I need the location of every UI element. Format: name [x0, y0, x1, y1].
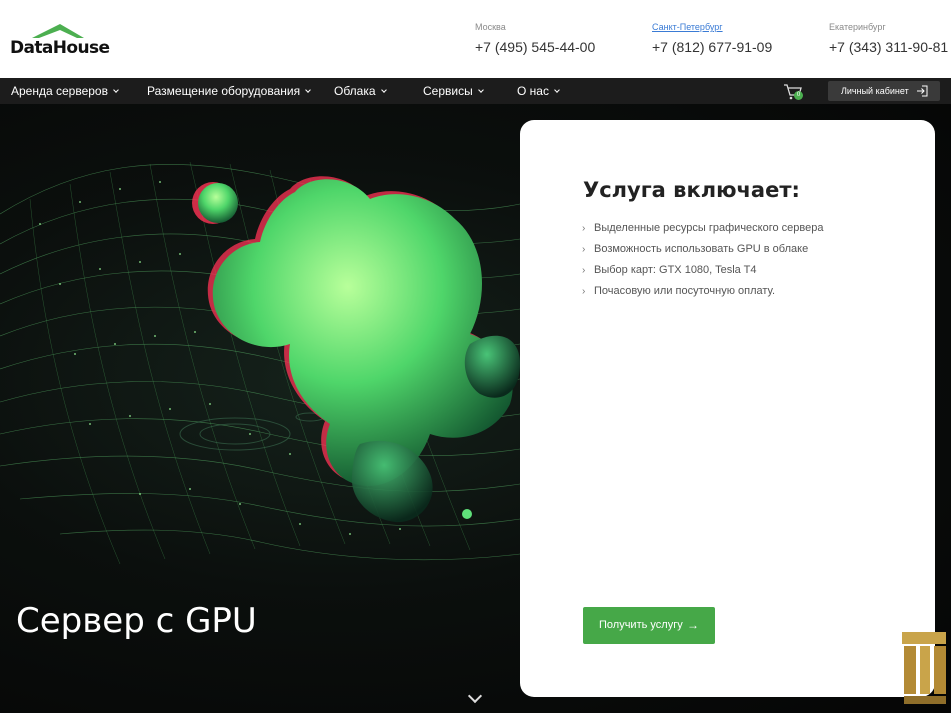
arrow-right-icon: → [687, 618, 699, 632]
list-item: › Выделенные ресурсы графического сервера [582, 221, 823, 242]
card-title: Услуга включает: [583, 178, 800, 202]
chevron-down-icon [380, 87, 387, 93]
chevron-right-icon: › [582, 265, 586, 276]
nav-item-label: О нас [517, 84, 549, 98]
chevron-right-icon: › [582, 223, 586, 234]
main-nav: Аренда серверов Размещение оборудования … [0, 78, 951, 104]
nav-item-services[interactable]: Сервисы [423, 84, 484, 98]
phone-spb[interactable]: +7 (812) 677-91-09 [652, 39, 772, 55]
personal-account-button[interactable]: Личный кабинет [828, 81, 940, 101]
get-service-button[interactable]: Получить услугу → [583, 607, 715, 644]
get-service-label: Получить услугу [599, 619, 683, 631]
city-ekb: Екатеринбург [829, 22, 886, 32]
chevron-down-icon [305, 87, 311, 93]
feature-list: › Выделенные ресурсы графического сервера… [582, 221, 823, 305]
chevron-down-icon [554, 87, 560, 93]
cart-count-badge: 0 [794, 91, 803, 100]
nav-item-colocation[interactable]: Размещение оборудования [147, 84, 311, 98]
nav-item-about[interactable]: О нас [517, 84, 560, 98]
feature-text: Почасовую или посуточную оплату. [594, 285, 776, 297]
nav-item-label: Облака [334, 84, 376, 98]
nav-item-clouds[interactable]: Облака [334, 84, 387, 98]
nav-item-label: Аренда серверов [11, 84, 108, 98]
hero-title: Сервер с GPU [16, 601, 257, 641]
list-item: › Выбор карт: GTX 1080, Tesla T4 [582, 263, 823, 284]
personal-account-label: Личный кабинет [841, 86, 909, 96]
feature-text: Возможность использовать GPU в облаке [594, 243, 809, 255]
phone-moscow[interactable]: +7 (495) 545-44-00 [475, 39, 595, 55]
nav-item-label: Размещение оборудования [147, 84, 301, 98]
logo-text: DataHouse [10, 38, 110, 58]
city-spb-link[interactable]: Санкт-Петербург [652, 22, 723, 32]
login-icon [917, 85, 928, 97]
chevron-down-icon [113, 87, 119, 93]
chevron-right-icon: › [582, 244, 586, 255]
nav-item-label: Сервисы [423, 84, 473, 98]
service-card: Услуга включает: › Выделенные ресурсы гра… [520, 120, 935, 697]
city-moscow: Москва [475, 22, 506, 32]
feature-text: Выделенные ресурсы графического сервера [594, 222, 824, 234]
phone-ekb[interactable]: +7 (343) 311-90-81 [829, 39, 948, 55]
cart-button[interactable]: 0 [783, 83, 805, 101]
chevron-down-icon [477, 87, 484, 93]
list-item: › Возможность использовать GPU в облаке [582, 242, 823, 263]
nav-item-server-rental[interactable]: Аренда серверов [11, 84, 119, 98]
list-item: › Почасовую или посуточную оплату. [582, 284, 823, 305]
logo[interactable]: DataHouse [10, 22, 110, 60]
watermark-logo [902, 632, 946, 704]
chevron-right-icon: › [582, 286, 586, 297]
site-header: DataHouse Москва +7 (495) 545-44-00 Санк… [0, 0, 951, 78]
feature-text: Выбор карт: GTX 1080, Tesla T4 [594, 264, 757, 276]
